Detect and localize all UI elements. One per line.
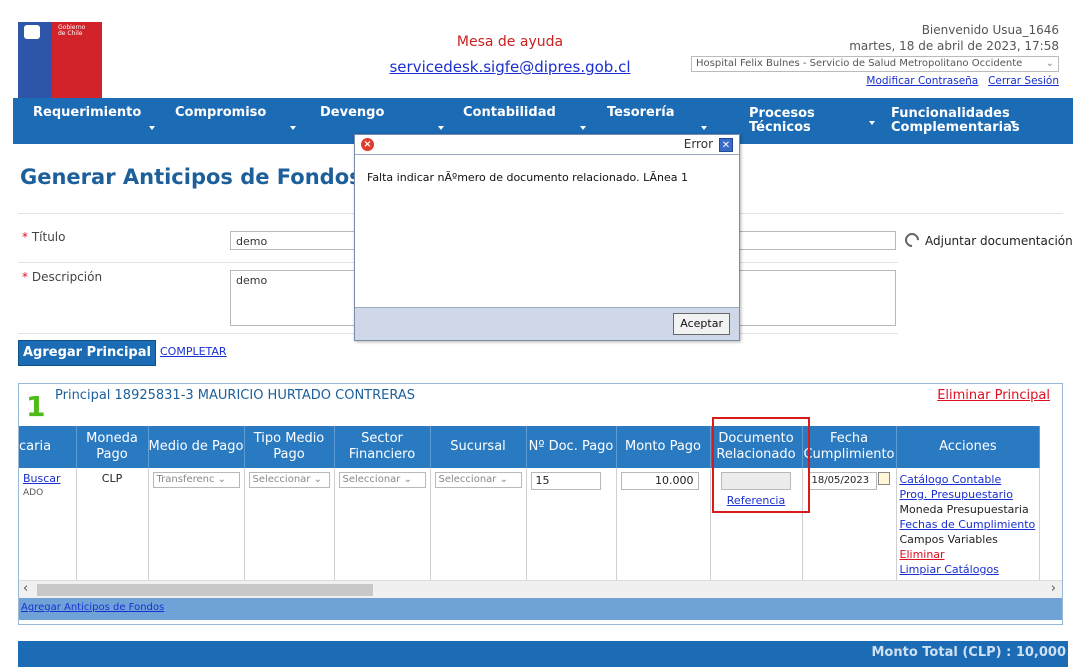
- fecha-cumplimiento-input[interactable]: 18/05/2023: [808, 472, 877, 490]
- user-info: Bienvenido Usua_1646 martes, 18 de abril…: [691, 22, 1059, 89]
- scroll-left-icon[interactable]: ‹: [23, 581, 28, 596]
- doc-pago-input[interactable]: 15: [530, 472, 601, 490]
- monto-total: Monto Total (CLP) : 10,000: [871, 645, 1067, 660]
- change-password-link[interactable]: Modificar Contraseña: [866, 75, 978, 87]
- nav-compromiso[interactable]: Compromiso: [175, 105, 297, 130]
- col-header: Acciones: [896, 426, 1041, 468]
- dialog-header: × Error ✕: [355, 135, 739, 155]
- error-dialog: × Error ✕ Falta indicar nÃºmero de docum…: [354, 134, 740, 341]
- chevron-down-icon: [579, 126, 586, 130]
- gobierno-logo: Gobierno de Chile: [18, 22, 102, 98]
- add-anticipos-link[interactable]: Agregar Anticipos de Fondos: [21, 602, 164, 613]
- prog-presupuestario-link[interactable]: Prog. Presupuestario: [900, 487, 1036, 502]
- descripcion-label: * Descripción: [22, 270, 103, 284]
- monto-pago-input[interactable]: 10.000: [620, 472, 699, 490]
- error-icon: ×: [361, 138, 374, 151]
- chevron-down-icon: [700, 126, 707, 130]
- dialog-footer: Aceptar: [355, 307, 739, 340]
- attach-documentation-button[interactable]: Adjuntar documentación: [902, 230, 1073, 250]
- section-footer: Agregar Anticipos de Fondos: [19, 598, 1062, 620]
- chevron-down-icon: [1009, 121, 1016, 125]
- delete-principal-link[interactable]: Eliminar Principal: [937, 388, 1050, 403]
- nav-requerimiento[interactable]: Requerimiento: [33, 105, 156, 130]
- page-title: Generar Anticipos de Fondos: [20, 165, 362, 189]
- col-header: Nº Doc. Pago: [526, 426, 617, 468]
- aceptar-button[interactable]: Aceptar: [673, 313, 730, 335]
- nav-devengo[interactable]: Devengo: [320, 105, 445, 130]
- help-desk: Mesa de ayuda servicedesk.sigfe@dipres.g…: [340, 34, 680, 76]
- sucursal-select[interactable]: Seleccionar ⌄: [434, 472, 522, 488]
- buscar-link[interactable]: Buscar: [23, 472, 72, 485]
- fechas-cumplimiento-link[interactable]: Fechas de Cumplimiento: [900, 517, 1036, 532]
- catalogo-contable-link[interactable]: Catálogo Contable: [900, 472, 1036, 487]
- col-header: caria: [19, 426, 77, 468]
- principal-number: 1: [26, 390, 46, 423]
- horizontal-scrollbar[interactable]: ‹ ›: [19, 580, 1062, 598]
- col-header: Monto Pago: [616, 426, 711, 468]
- help-desk-email-link[interactable]: servicedesk.sigfe@dipres.gob.cl: [340, 58, 680, 76]
- col-header: Moneda Pago: [76, 426, 149, 468]
- moneda-presupuestaria-text: Moneda Presupuestaria: [899, 503, 1029, 516]
- chevron-down-icon: [868, 121, 875, 125]
- dialog-message: Falta indicar nÃºmero de documento relac…: [367, 171, 688, 184]
- cell-text: ADO: [23, 488, 44, 498]
- organization-select[interactable]: Hospital Felix Bulnes - Servicio de Salu…: [691, 56, 1059, 72]
- principal-title: Principal 18925831-3 MAURICIO HURTADO CO…: [55, 388, 416, 403]
- col-header: Fecha Cumplimiento: [802, 426, 897, 468]
- add-principal-button[interactable]: Agregar Principal: [18, 340, 156, 366]
- nav-tesoreria[interactable]: Tesorería: [607, 105, 707, 130]
- header: Gobierno de Chile Mesa de ayuda servicede…: [0, 0, 1073, 98]
- col-header: Sector Financiero: [334, 426, 431, 468]
- chevron-down-icon: [438, 126, 445, 130]
- titulo-label: * Título: [22, 230, 66, 244]
- sector-financiero-select[interactable]: Seleccionar ⌄: [338, 472, 426, 488]
- paperclip-icon: [902, 230, 922, 250]
- nav-funcionalidades[interactable]: Funcionalidades Complementarias: [891, 107, 1020, 135]
- crest-icon: [24, 25, 40, 39]
- complete-link[interactable]: COMPLETAR: [160, 345, 227, 358]
- help-desk-title: Mesa de ayuda: [456, 34, 564, 50]
- principal-section: 1 Principal 18925831-3 MAURICIO HURTADO …: [18, 383, 1063, 625]
- tipo-medio-pago-select[interactable]: Seleccionar ⌄: [248, 472, 330, 488]
- limpiar-catalogos-link[interactable]: Limpiar Catálogos: [900, 562, 1036, 577]
- nav-contabilidad[interactable]: Contabilidad: [463, 105, 586, 130]
- chevron-down-icon: [290, 126, 297, 130]
- medio-pago-select[interactable]: Transferenc ⌄: [152, 472, 240, 488]
- scrollbar-thumb[interactable]: [37, 584, 373, 596]
- scroll-right-icon[interactable]: ›: [1051, 581, 1056, 596]
- highlight-box: [712, 417, 810, 513]
- col-header: Medio de Pago: [148, 426, 245, 468]
- table-row: Buscar ADO CLP Transferenc ⌄ Seleccionar…: [19, 468, 1041, 581]
- chevron-down-icon: ⌄: [1045, 58, 1054, 69]
- eliminar-link[interactable]: Eliminar: [900, 547, 1036, 562]
- close-icon[interactable]: ✕: [719, 138, 733, 152]
- logout-link[interactable]: Cerrar Sesión: [988, 75, 1059, 87]
- col-header: Sucursal: [430, 426, 527, 468]
- chevron-down-icon: [149, 126, 156, 130]
- col-header: Tipo Medio Pago: [244, 426, 335, 468]
- moneda-pago: CLP: [101, 472, 123, 485]
- nav-procesos-tecnicos[interactable]: Procesos Técnicos: [749, 107, 875, 135]
- calendar-icon[interactable]: [877, 472, 890, 485]
- campos-variables-text: Campos Variables: [899, 533, 998, 546]
- total-bar: Monto Total (CLP) : 10,000: [18, 641, 1068, 667]
- current-date: martes, 18 de abril de 2023, 17:58: [849, 39, 1059, 53]
- dialog-title: Error: [683, 137, 713, 151]
- welcome-text: Bienvenido Usua_1646: [921, 23, 1059, 37]
- payments-table: caria Moneda Pago Medio de Pago Tipo Med…: [19, 426, 1041, 581]
